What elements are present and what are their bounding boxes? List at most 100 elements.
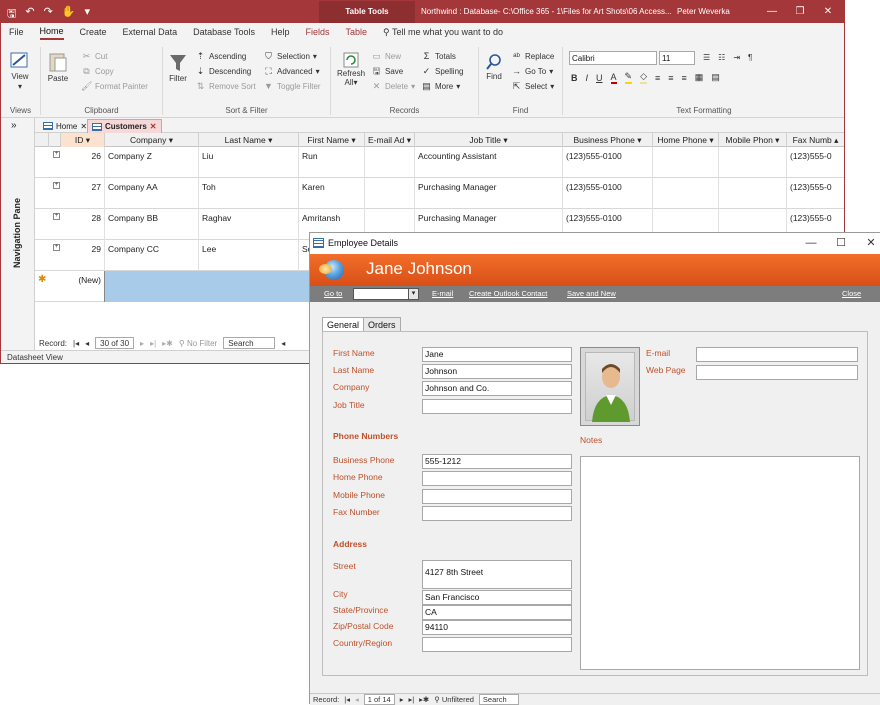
cell-last-name[interactable]: Toh [199, 178, 299, 209]
cell-job-title[interactable]: Accounting Assistant [415, 147, 563, 178]
cell-company[interactable]: Company CC [105, 240, 199, 271]
align-right-icon[interactable]: ≡ [682, 73, 687, 83]
save-and-new-link[interactable]: Save and New [567, 286, 616, 302]
column-header-fax[interactable]: Fax Numb ▴ [787, 133, 844, 147]
country-field[interactable] [422, 637, 572, 652]
cell-business-phone[interactable]: (123)555-0100 [563, 178, 653, 209]
align-left-icon[interactable]: ≡ [655, 73, 660, 83]
cell-last-name[interactable]: Raghav [199, 209, 299, 240]
gridlines-icon[interactable]: ▦ [695, 72, 704, 83]
cell-id[interactable]: 29 [61, 240, 105, 271]
column-header-last-name[interactable]: Last Name ▾ [199, 133, 299, 147]
zip-field[interactable]: 94110 [422, 620, 572, 635]
business-phone-field[interactable]: 555-1212 [422, 454, 572, 469]
filter-status[interactable]: ⚲ No Filter [179, 339, 217, 348]
tab-fields[interactable]: Fields [305, 27, 329, 39]
tab-table[interactable]: Table [345, 27, 367, 39]
find-button[interactable]: Find [485, 53, 503, 81]
redo-icon[interactable]: ↷ [44, 5, 53, 24]
cell-company[interactable]: Company Z [105, 147, 199, 178]
touch-mode-icon[interactable]: ✋ [62, 5, 76, 24]
email-link[interactable]: E-mail [432, 286, 453, 302]
totals-button[interactable]: Σ Totals [421, 51, 456, 62]
cell-first-name[interactable]: Run [299, 147, 365, 178]
home-phone-field[interactable] [422, 471, 572, 486]
column-header-job-title[interactable]: Job Title ▾ [415, 133, 563, 147]
replace-button[interactable]: ᵃᵇ Replace [511, 51, 554, 62]
customize-qat-icon[interactable]: ▾ [85, 5, 91, 24]
copy-button[interactable]: ⧉ Copy [81, 66, 113, 77]
notes-field[interactable] [580, 456, 860, 670]
cell-company[interactable]: Company BB [105, 209, 199, 240]
scroll-left-icon[interactable]: ◂ [281, 339, 285, 348]
cell-fax[interactable]: (123)555-0 [787, 147, 844, 178]
prev-record-icon[interactable]: ◂ [355, 695, 359, 704]
tab-home[interactable]: Home [39, 26, 64, 40]
highlight-icon[interactable]: ✎ [624, 71, 633, 84]
expand-icon[interactable]: + [53, 213, 60, 220]
filter-button[interactable]: Filter [169, 53, 187, 83]
email-field[interactable] [696, 347, 858, 362]
toggle-filter-button[interactable]: ▼ Toggle Filter [263, 81, 321, 92]
column-header-first-name[interactable]: First Name ▾ [299, 133, 365, 147]
next-record-icon[interactable]: ▸ [140, 339, 144, 348]
last-record-icon[interactable]: ▸| [408, 695, 414, 704]
web-page-field[interactable] [696, 365, 858, 380]
restore-button[interactable]: ☐ [826, 233, 856, 254]
record-search-input[interactable]: Search [478, 694, 519, 705]
table-row[interactable]: + 27 Company AA Toh Karen Purchasing Man… [35, 178, 844, 209]
cell-id-new[interactable]: (New) [61, 271, 105, 302]
create-outlook-contact-link[interactable]: Create Outlook Contact [469, 286, 547, 302]
expand-icon[interactable]: + [53, 244, 60, 251]
close-icon[interactable]: ✕ [150, 120, 157, 133]
align-center-icon[interactable]: ≡ [668, 73, 673, 83]
mobile-phone-field[interactable] [422, 489, 572, 504]
record-position[interactable]: 30 of 30 [95, 337, 135, 349]
close-button[interactable]: ✕ [856, 233, 880, 254]
bullets-icon[interactable]: ☰ [703, 53, 710, 62]
cut-button[interactable]: ✂ Cut [81, 51, 108, 62]
cell-last-name[interactable]: Lee [199, 240, 299, 271]
advanced-button[interactable]: ⛶ Advanced ▾ [263, 66, 319, 77]
expand-icon[interactable]: + [53, 182, 60, 189]
undo-icon[interactable]: ↶ [25, 5, 34, 24]
chevron-down-icon[interactable]: ▾ [408, 288, 419, 300]
cell-company[interactable]: Company AA [105, 178, 199, 209]
refresh-all-button[interactable]: Refresh All▾ [337, 51, 365, 87]
save-record-button[interactable]: 🖫 Save [371, 66, 404, 77]
first-name-field[interactable]: Jane [422, 347, 572, 362]
bold-icon[interactable]: B [571, 73, 578, 83]
column-header-company[interactable]: Company ▾ [105, 133, 199, 147]
select-button[interactable]: ⇱ Select ▾ [511, 81, 555, 92]
fax-number-field[interactable] [422, 506, 572, 521]
minimize-button[interactable]: — [796, 233, 826, 254]
tell-me-box[interactable]: ⚲ Tell me what you want to do [383, 27, 503, 40]
column-header-home-phone[interactable]: Home Phone ▾ [653, 133, 719, 147]
tab-help[interactable]: Help [271, 27, 290, 39]
first-record-icon[interactable]: |◂ [344, 695, 350, 704]
first-record-icon[interactable]: |◂ [73, 339, 79, 348]
cell-mobile-phone[interactable] [719, 178, 787, 209]
rtl-icon[interactable]: ¶ [748, 53, 752, 62]
ascending-button[interactable]: ⇡ Ascending [195, 51, 247, 62]
restore-button[interactable]: ❐ [786, 1, 814, 23]
font-size-select[interactable]: 11 [659, 51, 695, 65]
column-header-mobile-phone[interactable]: Mobile Phon ▾ [719, 133, 787, 147]
tab-orders[interactable]: Orders [363, 317, 401, 332]
tab-database-tools[interactable]: Database Tools [193, 27, 255, 39]
city-field[interactable]: San Francisco [422, 590, 572, 605]
more-button[interactable]: ▤ More ▾ [421, 81, 460, 92]
indent-icon[interactable]: ⇥ [733, 53, 740, 62]
job-title-field[interactable] [422, 399, 572, 414]
filter-status[interactable]: ⚲ Unfiltered [434, 695, 474, 704]
record-position[interactable]: 1 of 14 [363, 694, 395, 705]
doc-tab-customers[interactable]: Customers ✕ [87, 119, 162, 133]
remove-sort-button[interactable]: ⇅ Remove Sort [195, 81, 256, 92]
selection-button[interactable]: ⛉ Selection ▾ [263, 51, 317, 62]
close-button[interactable]: ✕ [814, 1, 842, 23]
cell-id[interactable]: 28 [61, 209, 105, 240]
go-to-button[interactable]: → Go To ▾ [511, 66, 553, 77]
cell-home-phone[interactable] [653, 178, 719, 209]
tab-external-data[interactable]: External Data [123, 27, 178, 39]
italic-icon[interactable]: I [586, 73, 589, 83]
